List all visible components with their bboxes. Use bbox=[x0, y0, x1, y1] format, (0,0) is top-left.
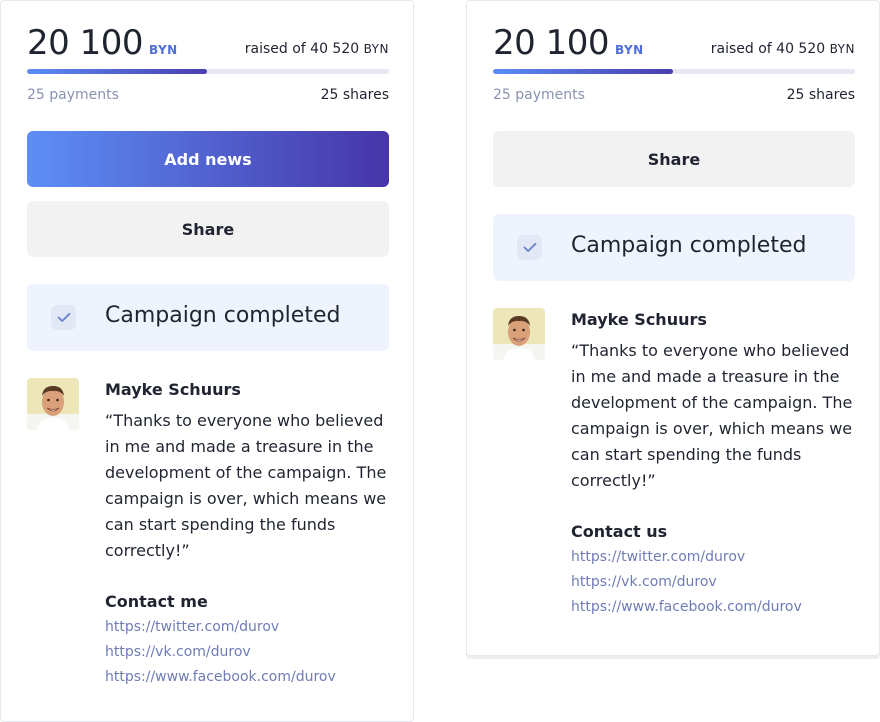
funding-summary: 20 100 BYN raised of 40 520 BYN bbox=[493, 23, 855, 63]
share-button[interactable]: Share bbox=[27, 201, 389, 257]
amount-value: 20 100 bbox=[493, 23, 609, 63]
contact-links: https://twitter.com/durov https://vk.com… bbox=[105, 615, 395, 690]
goal-prefix: raised of 40 520 bbox=[244, 41, 360, 57]
amount-currency: BYN bbox=[614, 43, 644, 57]
vk-link[interactable]: https://vk.com/durov bbox=[105, 640, 395, 665]
add-news-button[interactable]: Add news bbox=[27, 131, 389, 187]
status-label: Campaign completed bbox=[105, 303, 341, 328]
contact-title: Contact us bbox=[571, 522, 668, 541]
vk-link[interactable]: https://vk.com/durov bbox=[571, 570, 861, 595]
twitter-link[interactable]: https://twitter.com/durov bbox=[571, 545, 861, 570]
goal-text: raised of 40 520 BYN bbox=[711, 41, 855, 57]
shares-count: 25 shares bbox=[786, 87, 855, 103]
campaign-card-with-news: 20 100 BYN raised of 40 520 BYN 25 paymen… bbox=[0, 0, 414, 722]
campaign-completed-banner: Campaign completed bbox=[27, 284, 389, 351]
funding-summary: 20 100 BYN raised of 40 520 BYN bbox=[27, 23, 389, 63]
raised-amount: 20 100 BYN bbox=[27, 23, 178, 63]
facebook-link[interactable]: https://www.facebook.com/durov bbox=[105, 665, 395, 690]
campaign-completed-banner: Campaign completed bbox=[493, 214, 855, 281]
raised-amount: 20 100 BYN bbox=[493, 23, 644, 63]
contact-title: Contact me bbox=[105, 592, 208, 611]
goal-prefix: raised of 40 520 bbox=[710, 41, 826, 57]
author-name: Mayke Schuurs bbox=[571, 310, 707, 329]
progress-bar bbox=[27, 69, 389, 74]
author-block: Mayke Schuurs “Thanks to everyone who be… bbox=[571, 308, 861, 620]
progress-fill bbox=[27, 69, 207, 74]
author-block: Mayke Schuurs “Thanks to everyone who be… bbox=[105, 378, 395, 690]
avatar bbox=[27, 378, 79, 430]
payments-count: 25 payments bbox=[27, 87, 119, 103]
progress-bar bbox=[493, 69, 855, 74]
author-name: Mayke Schuurs bbox=[105, 380, 241, 399]
author-quote: “Thanks to everyone who believed in me a… bbox=[571, 341, 853, 490]
contact-links: https://twitter.com/durov https://vk.com… bbox=[571, 545, 861, 620]
goal-text: raised of 40 520 BYN bbox=[245, 41, 389, 57]
amount-value: 20 100 bbox=[27, 23, 143, 63]
amount-currency: BYN bbox=[148, 43, 178, 57]
share-button[interactable]: Share bbox=[493, 131, 855, 187]
payments-count: 25 payments bbox=[493, 87, 585, 103]
twitter-link[interactable]: https://twitter.com/durov bbox=[105, 615, 395, 640]
facebook-link[interactable]: https://www.facebook.com/durov bbox=[571, 595, 861, 620]
goal-currency: BYN bbox=[363, 42, 389, 56]
canvas: 20 100 BYN raised of 40 520 BYN 25 paymen… bbox=[0, 0, 880, 722]
campaign-card: 20 100 BYN raised of 40 520 BYN 25 paymen… bbox=[466, 0, 880, 656]
progress-fill bbox=[493, 69, 673, 74]
stats-row: 25 payments 25 shares bbox=[493, 87, 855, 107]
stats-row: 25 payments 25 shares bbox=[27, 87, 389, 107]
goal-currency: BYN bbox=[829, 42, 855, 56]
check-icon bbox=[51, 305, 76, 330]
shares-count: 25 shares bbox=[320, 87, 389, 103]
avatar bbox=[493, 308, 545, 360]
check-icon bbox=[517, 235, 542, 260]
author-quote: “Thanks to everyone who believed in me a… bbox=[105, 411, 387, 560]
status-label: Campaign completed bbox=[571, 233, 807, 258]
